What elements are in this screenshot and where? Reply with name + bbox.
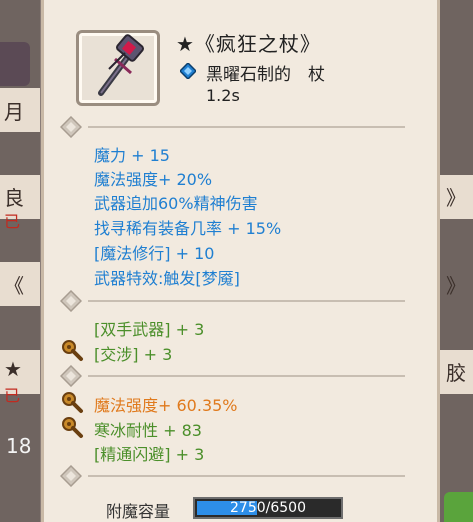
stat-line: [双手武器] + 3: [94, 320, 205, 339]
section-divider: [60, 465, 405, 487]
background-text: 《: [4, 274, 24, 298]
divider-diamond-icon: [60, 365, 82, 387]
stat-line: 魔法强度+ 60.35%: [94, 396, 238, 415]
item-attack-speed: 1.2s: [206, 86, 240, 105]
item-icon-frame: [76, 30, 160, 106]
background-text: ★: [4, 357, 22, 381]
rune-socket-icon: [62, 417, 83, 438]
background-text: 》: [446, 274, 466, 298]
stat-line: 魔力 + 15: [94, 146, 170, 165]
stat-line: [精通闪避] + 3: [94, 445, 205, 464]
stat-line: 武器特效:触发[梦魇]: [94, 269, 240, 288]
item-material-line: 黑曜石制的 杖: [206, 65, 325, 85]
material-gem-icon: [180, 63, 196, 79]
background-right-column: [440, 0, 473, 522]
section-divider: [60, 365, 405, 387]
background-green-button[interactable]: [444, 492, 473, 522]
divider-diamond-icon: [60, 116, 82, 138]
rune-socket-icon: [62, 340, 83, 361]
stat-line: 魔法强度+ 20%: [94, 170, 213, 189]
background-home-button[interactable]: [0, 42, 30, 86]
background-status-text: 已: [4, 212, 21, 231]
stat-line: 武器追加60%精神伤害: [94, 194, 258, 213]
stat-line: [交涉] + 3: [94, 345, 173, 364]
enchant-capacity-value: 2750/6500: [230, 500, 306, 516]
stat-line: 找寻稀有装备几率 + 15%: [94, 219, 282, 238]
background-status-text: 已: [4, 386, 21, 405]
divider-diamond-icon: [60, 465, 82, 487]
section-divider: [60, 290, 405, 312]
background-text: 》: [446, 186, 466, 210]
stat-line: 寒冰耐性 + 83: [94, 421, 202, 440]
stat-line: [魔法修行] + 10: [94, 244, 215, 263]
divider-diamond-icon: [60, 290, 82, 312]
background-text: 良: [4, 186, 24, 210]
staff-icon: [98, 34, 144, 96]
rune-socket-icon: [62, 392, 83, 413]
background-text: 胶: [446, 361, 466, 385]
item-title: ★《疯狂之杖》: [176, 32, 321, 56]
enchant-capacity-label: 附魔容量: [106, 502, 171, 521]
section-divider: [60, 116, 405, 138]
enchant-capacity-bar: 2750/6500: [193, 497, 343, 519]
background-level-text: 18: [6, 434, 32, 458]
background-text: 月: [4, 100, 24, 124]
